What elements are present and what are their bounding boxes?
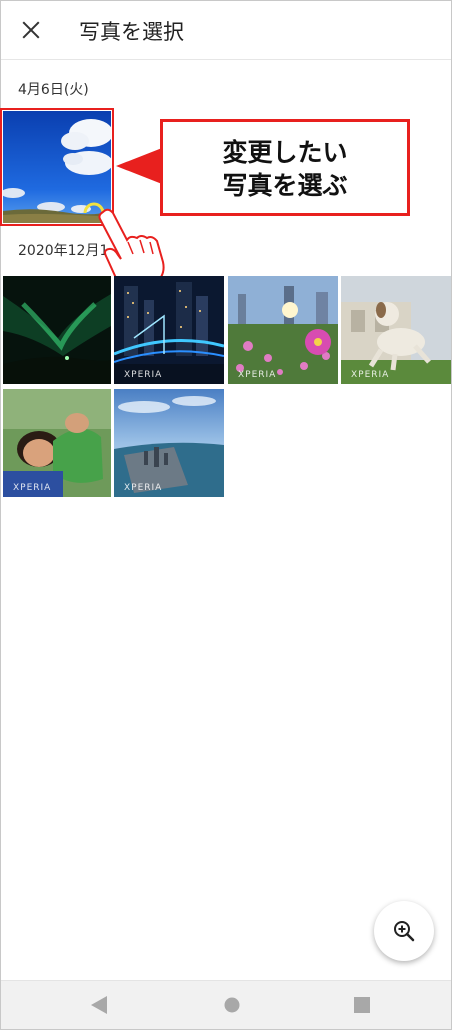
photo-thumbnail[interactable]: XPERIA <box>3 389 111 497</box>
photo-city-night-bridge <box>114 276 224 384</box>
section-date-1: 4月6日(火) <box>18 82 89 98</box>
photo-aurora <box>3 276 111 384</box>
recents-square-icon[interactable] <box>354 997 370 1013</box>
top-app-bar: 写真を選択 <box>1 0 451 60</box>
photo-city-aerial <box>114 389 224 497</box>
photo-dog-jumping <box>341 276 451 384</box>
photo-cosmos-flowers <box>228 276 338 384</box>
photo-thumbnail[interactable]: XPERIA <box>228 276 338 384</box>
photo-watermark: XPERIA <box>13 483 52 493</box>
back-triangle-icon[interactable] <box>91 996 107 1014</box>
instruction-callout: 変更したい 写真を選ぶ <box>160 119 410 216</box>
photo-children-hugging <box>3 389 111 497</box>
photo-thumbnail[interactable]: XPERIA <box>341 276 451 384</box>
system-navigation-bar <box>1 980 451 1029</box>
photo-thumbnail[interactable]: XPERIA <box>114 276 224 384</box>
page-title: 写真を選択 <box>79 20 184 44</box>
photo-thumbnail[interactable]: XPERIA <box>114 389 224 497</box>
callout-text: 変更したい 写真を選ぶ <box>222 138 348 200</box>
zoom-in-icon <box>394 921 415 942</box>
photo-watermark: XPERIA <box>351 370 390 380</box>
photo-watermark: XPERIA <box>238 370 277 380</box>
callout-arrow <box>116 148 162 184</box>
close-icon[interactable] <box>17 16 45 44</box>
zoom-button[interactable] <box>374 901 434 961</box>
photo-thumbnail[interactable] <box>3 276 111 384</box>
home-circle-icon[interactable] <box>224 997 240 1013</box>
photo-watermark: XPERIA <box>124 370 163 380</box>
photo-watermark: XPERIA <box>124 483 163 493</box>
